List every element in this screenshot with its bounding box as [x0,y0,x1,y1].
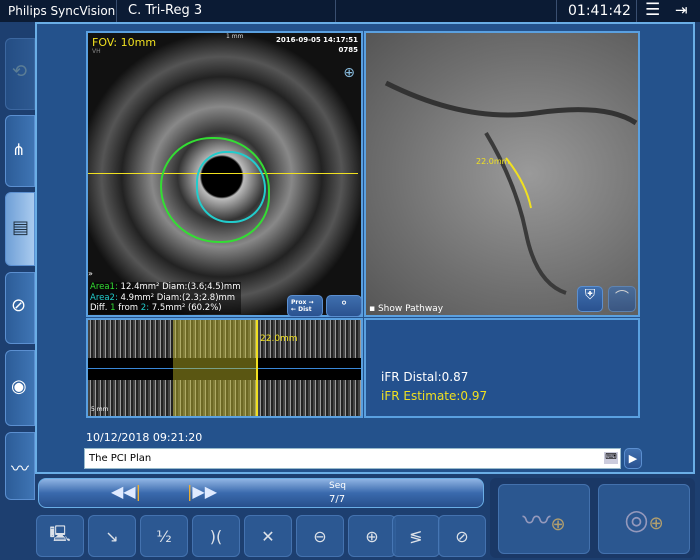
diff-b: 2: [140,303,150,313]
monitor-user-button[interactable]: 🖳 [36,515,84,557]
seq-label: Seq [329,481,346,491]
diff-label: Diff. [90,303,108,313]
contour-button[interactable]: ⚬ [326,295,362,317]
clock: 01:41:42 [568,3,631,19]
exit-icon[interactable]: ⇥ [675,1,688,19]
report-button[interactable]: ▤ [5,192,35,266]
area2-label: Area2: [90,292,118,303]
two-point-icon: ⅟₂ [156,526,172,546]
scale-label: 1 mm [226,33,244,40]
ifr-panel: iFR Distal:0.87 iFR Estimate:0.97 [364,318,640,418]
ivus-icon: ◉ [11,376,27,397]
angio-view[interactable]: 22.0mm ▪ Show Pathway ⛨ ⌒ [364,31,640,317]
case-title: C. Tri-Reg 3 [128,3,203,18]
back-button[interactable]: ⟲ [5,38,35,110]
back-icon: ⟲ [12,61,28,82]
area2-value: 4.9mm² Diam:(2.3;2.8)mm [120,292,236,303]
catheter-button[interactable]: ⊘ [5,272,35,344]
add-ivus-icon: ◎⊕ [624,502,664,536]
add-ifr-button[interactable]: 〰⊕ [498,484,590,554]
document-icon: ▤ [12,217,30,238]
roadmap-button[interactable]: ⌒ [608,286,636,312]
next-sequence-button[interactable]: |▶▶ [187,482,217,501]
zoom-out-icon: ⊖ [313,526,327,546]
keyboard-icon[interactable]: ⌨ [604,452,618,464]
zoom-in-button[interactable]: ⊕ [348,515,396,557]
catheter-icon: ⊘ [11,295,27,316]
chevron-down-icon[interactable]: » [88,269,93,278]
waveform-icon: 〰 [11,459,29,480]
align-button[interactable]: ≶ [392,515,440,557]
ifr-estimate: iFR Estimate:0.97 [381,389,488,403]
align-icon: ≶ [409,526,423,546]
cross-section-button[interactable]: ✕ [244,515,292,557]
prox-dist-button[interactable]: Prox → ← Dist [287,295,323,317]
cross-section-icon: ✕ [261,526,275,546]
ifr-distal: iFR Distal:0.87 [381,370,469,384]
prox-label: Prox → [291,299,314,306]
zoom-out-button[interactable]: ⊖ [296,515,344,557]
angio-icon: ⛨ [584,287,596,303]
record-datetime: 10/12/2018 09:21:20 [86,431,203,444]
note-input[interactable]: The PCI Plan ⌨ [84,448,621,469]
vessel-marker-button[interactable]: )( [192,515,240,557]
zoom-in-icon: ⊕ [365,526,379,546]
selected-segment[interactable] [173,320,257,416]
image-datetime: 2016-09-05 14:17:51 [275,36,358,44]
ivus-button[interactable]: ◉ [5,350,35,426]
add-ivus-button[interactable]: ◎⊕ [598,484,690,554]
play-icon: ▶ [628,452,638,465]
area1-label: Area1: [90,282,118,292]
contour-icon: ⚬ [338,296,350,310]
diff-a: 1 [110,303,116,313]
catheter-tool-button[interactable]: ⊘ [438,515,486,557]
area1-value: 12.4mm² Diam:(3.6;4.5)mm [120,282,241,292]
fov-label: FOV: 10mm [92,36,157,49]
vessel-icon: ⋔ [12,140,26,159]
ivus-view[interactable]: FOV: 10mm VH 1 mm 2016-09-05 14:17:51 07… [86,31,363,317]
longitudinal-view[interactable]: 22.0mm 5 mm [86,318,363,418]
note-text: The PCI Plan [89,453,152,464]
seq-value: 7/7 [329,494,346,505]
vessel-tree-icon: ⌒ [615,290,629,306]
sequence-bar: ◀◀| |▶▶ Seq 7/7 [38,478,484,508]
zoom-icon[interactable]: ⊕ [343,65,355,81]
app-name: Philips SyncVision [8,4,116,18]
ifr-button[interactable]: 〰 [5,432,35,500]
catheter-icon: ⊘ [455,526,469,546]
pullback-icon: ↘ [105,526,119,546]
vessel-marker-icon: )( [209,526,223,546]
vessel-overlay [384,80,638,295]
frame-number: 0785 [338,46,358,54]
segment-length: 22.0mm [260,334,298,344]
add-waveform-icon: 〰⊕ [522,504,566,537]
pullback-button[interactable]: ↘ [88,515,136,557]
show-pathway-label: Show Pathway [377,304,444,314]
top-bar: Philips SyncVision C. Tri-Reg 3 01:41:42… [0,0,700,22]
scale-label: 5 mm [91,406,109,413]
show-pathway-checkbox[interactable]: ▪ Show Pathway [369,304,443,314]
diff-from: from [118,303,139,313]
hamburger-icon[interactable]: ☰ [645,0,660,20]
mode-label: VH [92,48,101,55]
area2-contour [196,151,266,223]
dist-label: ← Dist [291,306,312,313]
two-point-button[interactable]: ⅟₂ [140,515,188,557]
submit-button[interactable]: ▶ [624,448,642,469]
measurements: Area1: 12.4mm² Diam:(3.6;4.5)mm Area2: 4… [90,282,241,314]
monitor-user-icon: 🖳 [49,523,71,543]
previous-sequence-button[interactable]: ◀◀| [111,482,141,501]
angio-length-label: 22.0mm [476,157,510,166]
diff-value: 7.5mm² (60.2%) [151,303,222,313]
segment-marker[interactable] [256,320,258,416]
angio-mode-button[interactable]: ⛨ [577,286,603,312]
angio-button[interactable]: ⋔ [5,115,35,187]
